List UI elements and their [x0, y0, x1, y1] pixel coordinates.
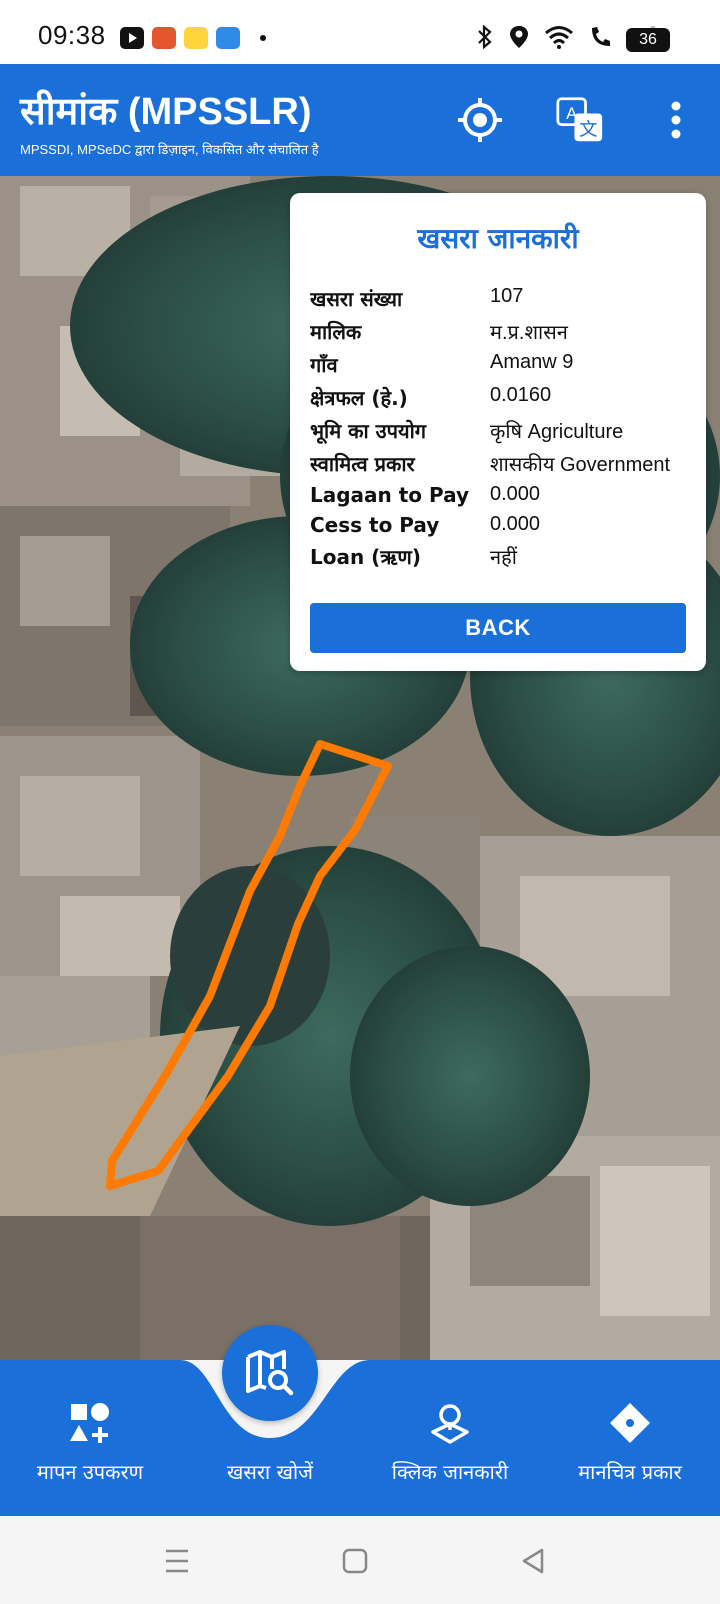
nav-measure-tools[interactable]: मापन उपकरण	[0, 1360, 180, 1516]
bluetooth-icon	[478, 24, 492, 50]
svg-text:文: 文	[579, 120, 597, 141]
shopping-app-icon	[152, 27, 176, 49]
app-bar: सीमांक (MPSSLR) MPSSDI, MPSeDC द्वारा डि…	[0, 64, 720, 176]
more-vert-icon	[671, 101, 681, 139]
flipkart-icon	[184, 27, 208, 49]
status-time: 09:38	[38, 20, 106, 50]
translate-button[interactable]: A 文	[556, 96, 604, 144]
info-row: खसरा संख्या 107	[310, 285, 524, 311]
shapes-icon	[70, 1403, 109, 1443]
system-nav-bar	[0, 1516, 720, 1604]
battery-icon: 36	[626, 28, 670, 52]
location-pin-icon	[431, 1404, 469, 1444]
nav-click-info[interactable]: क्लिक जानकारी	[360, 1360, 540, 1516]
info-row: मालिक म.प्र.शासन	[310, 320, 568, 344]
app-subtitle: MPSSDI, MPSeDC द्वारा डिज़ाइन, विकसित और…	[20, 142, 319, 157]
back-button[interactable]: BACK	[310, 603, 686, 653]
app-title: सीमांक (MPSSLR)	[20, 91, 312, 133]
card-title: खसरा जानकारी	[417, 222, 579, 255]
notification-icons	[120, 27, 266, 49]
home-icon[interactable]	[338, 1546, 372, 1576]
info-row: भूमि का उपयोग कृषि Agriculture	[310, 419, 624, 443]
info-row: Cess to Pay 0.000	[310, 513, 541, 537]
recents-icon[interactable]	[160, 1546, 194, 1576]
info-rows[interactable]: खसरा संख्या 107 मालिक म.प्र.शासन गाँव Amanw…	[310, 285, 706, 585]
overflow-menu-button[interactable]	[652, 96, 700, 144]
info-row: क्षेत्रफल (हे.) 0.0160	[310, 384, 552, 410]
youtube-icon	[120, 27, 144, 49]
locate-button[interactable]	[456, 96, 504, 144]
info-row: Loan (ऋण) नहीं	[310, 545, 517, 569]
khasra-info-card: खसरा जानकारी खसरा संख्या 107 मालिक म.प्र.श…	[290, 193, 706, 671]
info-row: Lagaan to Pay 0.000	[310, 483, 541, 507]
nav-map-type[interactable]: मानचित्र प्रकार	[540, 1360, 720, 1516]
info-row: स्वामित्व प्रकार शासकीय Government	[310, 452, 671, 476]
bottom-navigation: मापन उपकरण खसरा खोजें क्लिक जानकारी मानच…	[0, 1360, 720, 1516]
translate-icon: A 文	[556, 97, 603, 142]
more-notifications-icon	[260, 35, 266, 41]
map-search-icon	[246, 1350, 294, 1396]
wifi-calling-icon	[592, 27, 610, 46]
wifi-icon	[545, 26, 573, 49]
back-icon[interactable]	[516, 1546, 550, 1576]
app-icon	[216, 27, 240, 49]
search-khasra-fab[interactable]	[222, 1325, 318, 1421]
status-bar: 09:38 36	[0, 0, 720, 64]
crosshair-icon	[458, 98, 502, 142]
layers-icon	[610, 1403, 650, 1443]
info-row: गाँव Amanw 9	[310, 351, 574, 377]
location-icon	[510, 26, 528, 48]
